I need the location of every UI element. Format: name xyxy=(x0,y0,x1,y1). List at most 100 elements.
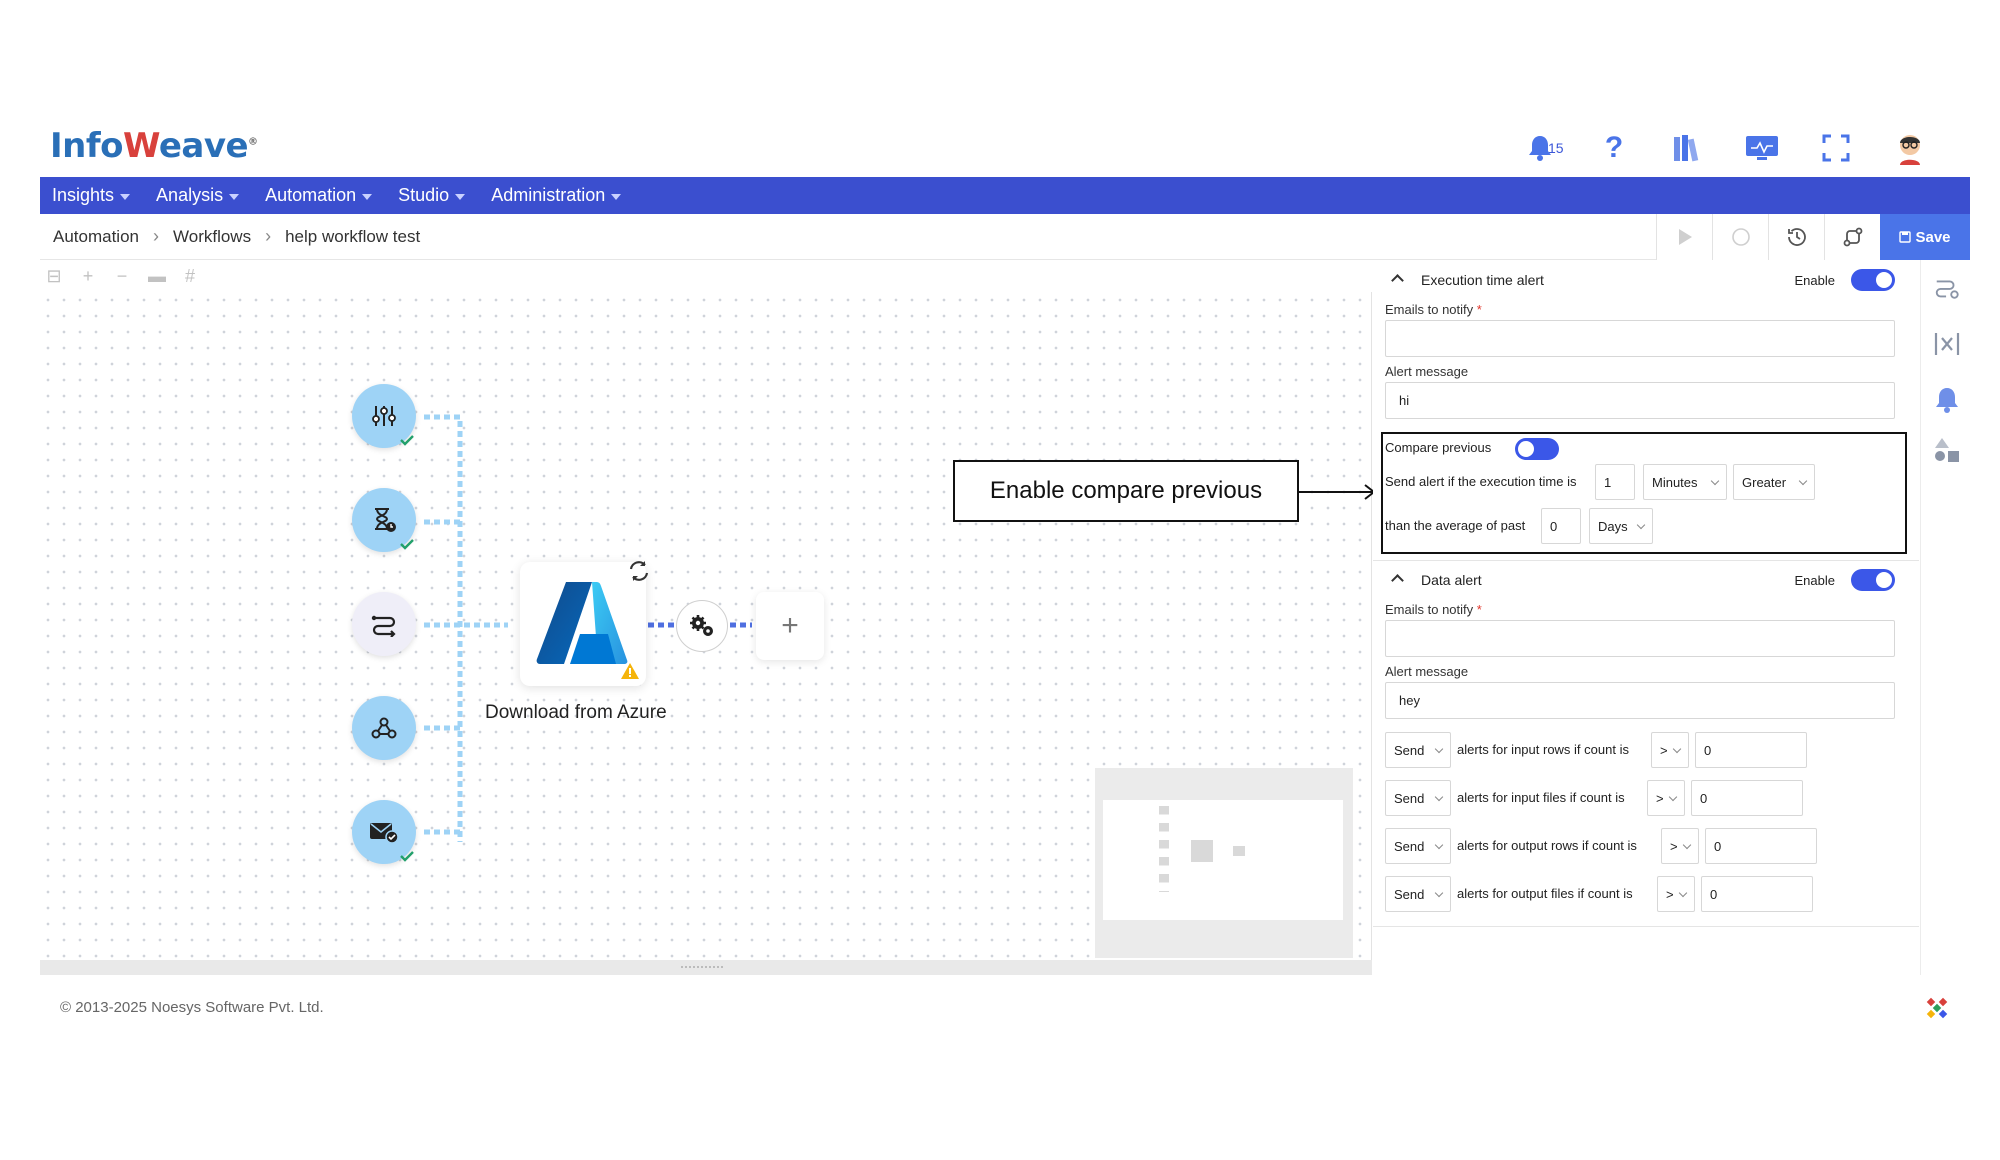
data-message-input[interactable]: hey xyxy=(1385,682,1895,719)
workflow-canvas[interactable]: ⊟ + − ▬ # Download from Azure + xyxy=(40,260,1372,975)
node-parameters[interactable] xyxy=(352,384,416,448)
chevron-down-icon xyxy=(1682,840,1692,850)
nav-insights[interactable]: Insights xyxy=(52,185,131,206)
compare-previous-toggle[interactable] xyxy=(1515,438,1559,460)
section-divider xyxy=(1373,926,1919,927)
rule-operator-value: > xyxy=(1666,886,1674,902)
data-enable-toggle[interactable] xyxy=(1851,569,1895,591)
save-button[interactable]: Save xyxy=(1880,214,1970,260)
nav-analysis[interactable]: Analysis xyxy=(156,185,240,206)
data-emails-input[interactable] xyxy=(1385,620,1895,657)
footer: © 2013-2025 Noesys Software Pvt. Ltd. xyxy=(40,975,1970,1035)
annotation-text: Enable compare previous xyxy=(989,477,1263,504)
azure-download-node[interactable] xyxy=(520,561,649,686)
node-schedule[interactable] xyxy=(352,488,416,552)
chevron-down-icon xyxy=(1678,888,1688,898)
rule-action-select[interactable]: Send xyxy=(1385,780,1451,816)
node-transform[interactable] xyxy=(352,592,416,656)
variables-icon[interactable] xyxy=(1933,330,1961,358)
nav-studio[interactable]: Studio xyxy=(398,185,466,206)
notification-bell-icon[interactable]: 15 xyxy=(1520,128,1564,168)
app-window: InfoWeave® 15 ? Insights Analysis Automa… xyxy=(40,120,1970,1040)
azure-logo-icon xyxy=(536,582,628,664)
execution-emails-label-text: Emails to notify xyxy=(1385,302,1474,317)
fullscreen-icon[interactable] xyxy=(1816,128,1856,168)
execution-emails-label: Emails to notify * xyxy=(1385,302,1482,317)
node-email[interactable] xyxy=(352,800,416,864)
chevron-up-icon[interactable] xyxy=(1391,574,1404,587)
chevron-down-icon xyxy=(1672,744,1682,754)
gears-icon xyxy=(690,615,713,636)
help-icon[interactable]: ? xyxy=(1594,128,1634,168)
rule-action-select[interactable]: Send xyxy=(1385,876,1451,912)
node-webhook[interactable] xyxy=(352,696,416,760)
nav-automation[interactable]: Automation xyxy=(265,185,373,206)
rule-value-input[interactable]: 0 xyxy=(1701,876,1813,912)
rule-operator-select[interactable]: > xyxy=(1661,828,1699,864)
chevron-right-icon: › xyxy=(265,226,272,246)
breadcrumb-workflows[interactable]: Workflows xyxy=(173,227,251,247)
workflow-settings-icon[interactable] xyxy=(1933,274,1961,302)
shapes-icon[interactable] xyxy=(1933,436,1961,464)
rule-operator-select[interactable]: > xyxy=(1657,876,1695,912)
flow-settings-button[interactable] xyxy=(1824,214,1880,260)
canvas-minimap[interactable] xyxy=(1095,768,1353,958)
comparison-select[interactable]: Greater xyxy=(1733,464,1815,500)
nav-automation-label: Automation xyxy=(265,185,357,205)
alerts-bell-icon[interactable] xyxy=(1933,386,1961,414)
user-avatar[interactable] xyxy=(1890,128,1930,168)
than-average-label: than the average of past xyxy=(1385,518,1526,533)
copyright-text: © 2013-2025 Noesys Software Pvt. Ltd. xyxy=(60,999,324,1016)
workflow-actions: Save xyxy=(1656,214,1970,260)
send-if-label: Send alert if the execution time is xyxy=(1385,474,1577,489)
execution-message-input[interactable]: hi xyxy=(1385,382,1895,419)
rule-value-input[interactable]: 0 xyxy=(1695,732,1807,768)
chevron-down-icon xyxy=(1636,520,1646,530)
data-alert-header[interactable]: Data alert Enable xyxy=(1373,562,1919,598)
comparison-value: Greater xyxy=(1742,474,1787,490)
past-value-input[interactable]: 0 xyxy=(1541,508,1581,544)
chevron-up-icon[interactable] xyxy=(1391,274,1404,287)
refresh-icon[interactable] xyxy=(626,558,652,584)
annotation-arrow xyxy=(1299,484,1376,500)
execution-enable-toggle[interactable] xyxy=(1851,269,1895,291)
required-mark: * xyxy=(1476,302,1482,317)
rule-operator-select[interactable]: > xyxy=(1647,780,1685,816)
stop-button[interactable] xyxy=(1712,214,1768,260)
breadcrumb: Automation › Workflows › help workflow t… xyxy=(53,226,420,247)
rule-operator-select[interactable]: > xyxy=(1651,732,1689,768)
breadcrumb-automation[interactable]: Automation xyxy=(53,227,139,247)
rule-value-input[interactable]: 0 xyxy=(1705,828,1817,864)
nav-administration[interactable]: Administration xyxy=(491,185,622,206)
past-unit-select[interactable]: Days xyxy=(1589,508,1653,544)
add-node-button[interactable]: + xyxy=(756,592,824,660)
rule-value-input[interactable]: 0 xyxy=(1691,780,1803,816)
logo-text-info: Info xyxy=(50,126,124,166)
minimap-viewport xyxy=(1103,800,1343,920)
history-button[interactable] xyxy=(1768,214,1824,260)
run-button[interactable] xyxy=(1656,214,1712,260)
stop-circle-icon xyxy=(1731,228,1750,246)
data-alert-title: Data alert xyxy=(1421,572,1482,588)
rule-action-select[interactable]: Send xyxy=(1385,828,1451,864)
header-icons: 15 ? xyxy=(1520,128,1930,168)
execution-emails-input[interactable] xyxy=(1385,320,1895,357)
monitor-icon[interactable] xyxy=(1742,128,1782,168)
history-icon xyxy=(1787,228,1806,246)
notification-count: 15 xyxy=(1548,140,1564,156)
rule-action-select[interactable]: Send xyxy=(1385,732,1451,768)
time-value-input[interactable]: 1 xyxy=(1595,464,1635,500)
time-unit-select[interactable]: Minutes xyxy=(1643,464,1727,500)
chevron-down-icon xyxy=(1798,476,1808,486)
minimap-nodes xyxy=(1159,806,1169,892)
logo-weave-mark: W xyxy=(123,126,159,166)
library-icon[interactable] xyxy=(1668,128,1708,168)
section-divider xyxy=(1373,560,1919,561)
rule-text: alerts for output rows if count is xyxy=(1457,838,1637,853)
breadcrumb-bar: Automation › Workflows › help workflow t… xyxy=(40,214,1970,260)
infoveave-logo[interactable]: InfoWeave® xyxy=(50,126,258,166)
execution-alert-header[interactable]: Execution time alert Enable xyxy=(1373,262,1919,298)
play-icon xyxy=(1678,229,1692,245)
canvas-resize-handle[interactable] xyxy=(40,960,1372,975)
node-settings-button[interactable] xyxy=(676,600,728,652)
